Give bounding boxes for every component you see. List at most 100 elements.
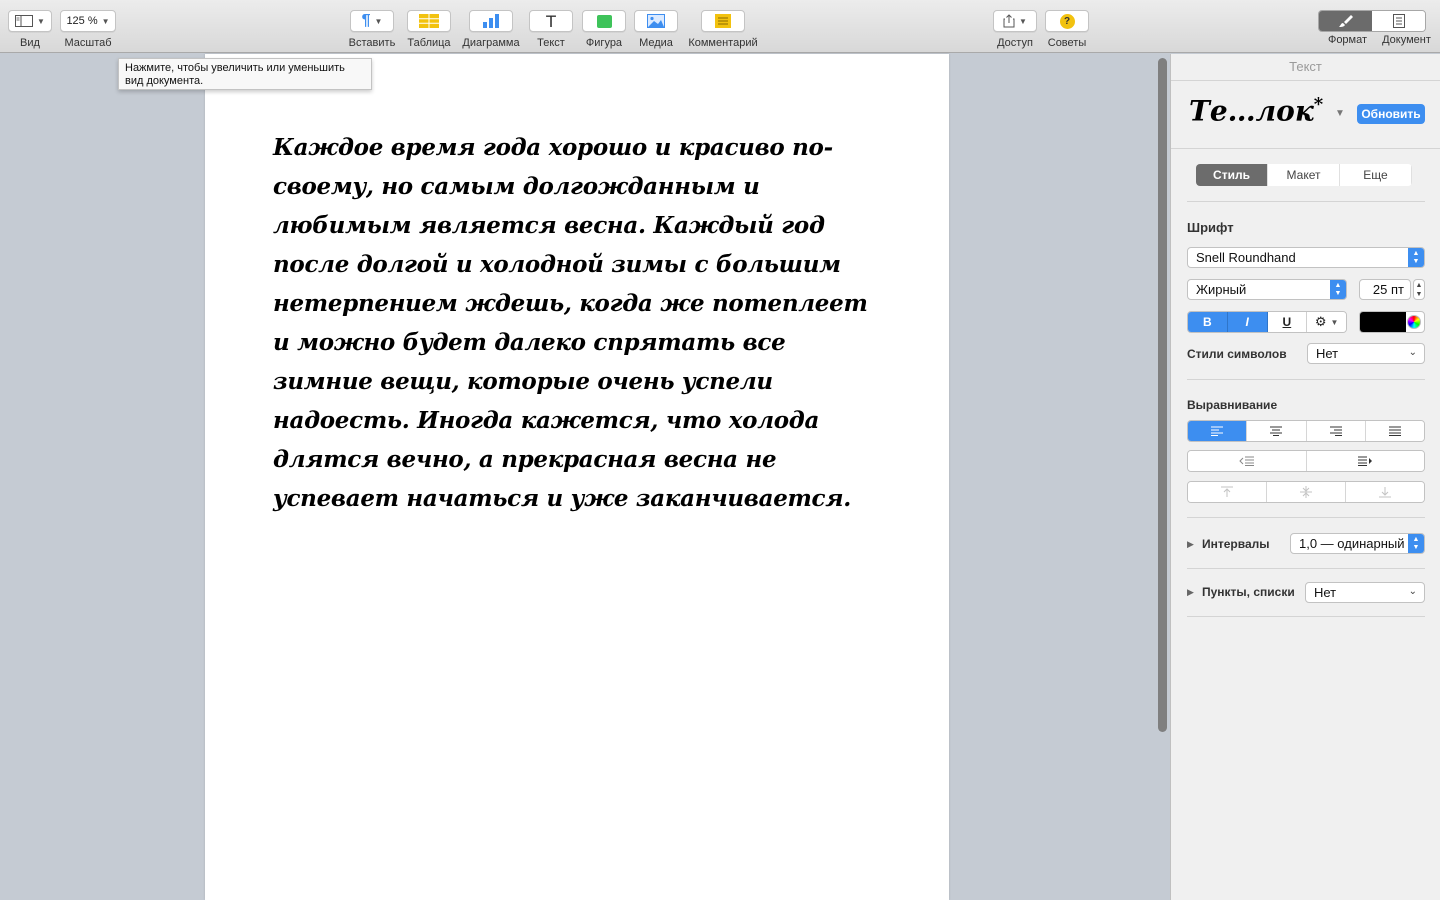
- outdent-icon: [1239, 456, 1254, 466]
- align-middle-icon: [1300, 486, 1312, 498]
- table-tool[interactable]: Таблица: [404, 10, 454, 49]
- comment-icon: [715, 14, 731, 28]
- char-styles-label: Стили символов: [1187, 347, 1287, 361]
- zoom-tool[interactable]: 125 % ▼ Масштаб: [60, 10, 116, 49]
- media-label: Медиа: [639, 37, 673, 49]
- bullets-label: Пункты, списки: [1202, 585, 1295, 599]
- media-button[interactable]: [634, 10, 678, 32]
- chart-button[interactable]: [469, 10, 513, 32]
- share-icon: [1003, 14, 1015, 28]
- color-wheel-icon[interactable]: [1407, 315, 1421, 329]
- font-weight-select[interactable]: Жирный ▲ ▼: [1187, 279, 1347, 300]
- shape-button[interactable]: [582, 10, 626, 32]
- align-right-button[interactable]: [1306, 421, 1366, 441]
- share-tool[interactable]: ▼ Доступ: [993, 10, 1037, 49]
- text-color-swatch: [1360, 312, 1406, 332]
- zoom-label: Масштаб: [64, 37, 112, 49]
- insert-label: Вставить: [348, 37, 396, 49]
- char-styles-value: Нет: [1316, 346, 1339, 361]
- toolbar: ▼ Вид 125 % ▼ Масштаб ¶ ▼ Вставить Табли…: [0, 0, 1440, 53]
- view-button[interactable]: ▼: [8, 10, 52, 32]
- paragraph-icon: ¶: [361, 12, 371, 29]
- paragraph-style-preview[interactable]: Те…лок*: [1189, 94, 1323, 127]
- tab-more[interactable]: Еще: [1340, 164, 1412, 186]
- tips-label: Советы: [1047, 37, 1087, 49]
- chevron-down-icon: ▼: [101, 16, 110, 26]
- font-size-stepper[interactable]: ▲ ▼: [1413, 279, 1425, 300]
- chart-label: Диаграмма: [462, 37, 520, 49]
- shape-tool[interactable]: Фигура: [581, 10, 627, 49]
- zoom-button[interactable]: 125 % ▼: [60, 10, 116, 32]
- text-color-well[interactable]: [1359, 311, 1425, 333]
- align-center-button[interactable]: [1247, 421, 1307, 441]
- vertical-alignment-buttons: [1187, 481, 1425, 503]
- spacing-select[interactable]: 1,0 — одинарный ▲ ▼: [1290, 533, 1425, 554]
- update-style-button[interactable]: Обновить: [1357, 104, 1425, 124]
- zoom-value: 125 %: [66, 15, 98, 27]
- document-label: Документ: [1382, 34, 1431, 46]
- font-weight-value: Жирный: [1196, 282, 1247, 297]
- font-family-select[interactable]: Snell Roundhand ▲ ▼: [1187, 247, 1425, 268]
- indent-icon: [1358, 456, 1373, 466]
- chevron-down-icon: ▼: [1330, 317, 1339, 327]
- align-bottom-button[interactable]: [1346, 482, 1424, 502]
- chevron-down-icon[interactable]: ▼: [1335, 108, 1345, 119]
- italic-button[interactable]: I: [1227, 312, 1268, 332]
- comment-tool[interactable]: Комментарий: [684, 10, 762, 49]
- view-label: Вид: [20, 37, 40, 49]
- align-bottom-icon: [1379, 487, 1391, 498]
- align-justify-icon: [1388, 426, 1401, 436]
- char-styles-select[interactable]: Нет ⌄: [1307, 343, 1425, 364]
- document-body-text[interactable]: Каждое время года хорошо и красиво по-св…: [273, 128, 885, 518]
- tab-style[interactable]: Стиль: [1196, 164, 1268, 186]
- table-button[interactable]: [407, 10, 451, 32]
- text-options-button[interactable]: ⚙ ▼: [1307, 312, 1346, 332]
- document-page[interactable]: Каждое время года хорошо и красиво по-св…: [205, 54, 949, 900]
- disclosure-triangle-icon[interactable]: ▶: [1187, 539, 1194, 550]
- format-button[interactable]: [1319, 11, 1372, 31]
- align-center-icon: [1270, 426, 1283, 436]
- bullets-value: Нет: [1314, 585, 1337, 600]
- font-size-value: 25 пт: [1372, 282, 1404, 297]
- comment-button[interactable]: [701, 10, 745, 32]
- align-justify-button[interactable]: [1365, 421, 1424, 441]
- insert-tool[interactable]: ¶ ▼ Вставить: [346, 10, 398, 49]
- sidebar-view-icon: [15, 15, 34, 27]
- divider: [1187, 616, 1425, 617]
- text-button[interactable]: T: [529, 10, 573, 32]
- tab-layout[interactable]: Макет: [1268, 164, 1340, 186]
- spacing-label: Интервалы: [1202, 537, 1270, 551]
- alignment-section-heading: Выравнивание: [1187, 398, 1278, 412]
- tips-tool[interactable]: ? Советы: [1045, 10, 1089, 49]
- share-button[interactable]: ▼: [993, 10, 1037, 32]
- chevron-down-icon: ▼: [1019, 16, 1027, 26]
- document-button[interactable]: [1372, 11, 1425, 31]
- chart-tool[interactable]: Диаграмма: [459, 10, 523, 49]
- align-top-button[interactable]: [1188, 482, 1267, 502]
- underline-button[interactable]: U: [1267, 312, 1308, 332]
- divider: [1187, 517, 1425, 518]
- decrease-indent-button[interactable]: [1188, 451, 1307, 471]
- disclosure-triangle-icon[interactable]: ▶: [1187, 587, 1194, 598]
- tips-button[interactable]: ?: [1045, 10, 1089, 32]
- text-tool[interactable]: T Текст: [529, 10, 573, 49]
- text-icon: T: [546, 11, 556, 31]
- media-tool[interactable]: Медиа: [634, 10, 678, 49]
- shape-label: Фигура: [585, 37, 623, 49]
- font-size-field[interactable]: 25 пт: [1359, 279, 1411, 300]
- view-tool[interactable]: ▼ Вид: [8, 10, 52, 49]
- align-left-icon: [1211, 426, 1224, 436]
- align-left-button[interactable]: [1188, 421, 1248, 441]
- scrollbar-thumb[interactable]: [1158, 58, 1167, 732]
- horizontal-alignment-buttons: [1187, 420, 1425, 442]
- gear-icon: ⚙: [1314, 314, 1327, 329]
- chevron-down-icon: ⌄: [1408, 347, 1417, 358]
- bold-button[interactable]: B: [1188, 312, 1228, 332]
- insert-button[interactable]: ¶ ▼: [350, 10, 394, 32]
- inspector-toggle-labels: Формат Документ: [1318, 34, 1436, 46]
- indent-buttons: [1187, 450, 1425, 472]
- chevron-down-icon: ▼: [37, 16, 45, 26]
- increase-indent-button[interactable]: [1306, 451, 1424, 471]
- align-middle-button[interactable]: [1267, 482, 1346, 502]
- bullets-select[interactable]: Нет ⌄: [1305, 582, 1425, 603]
